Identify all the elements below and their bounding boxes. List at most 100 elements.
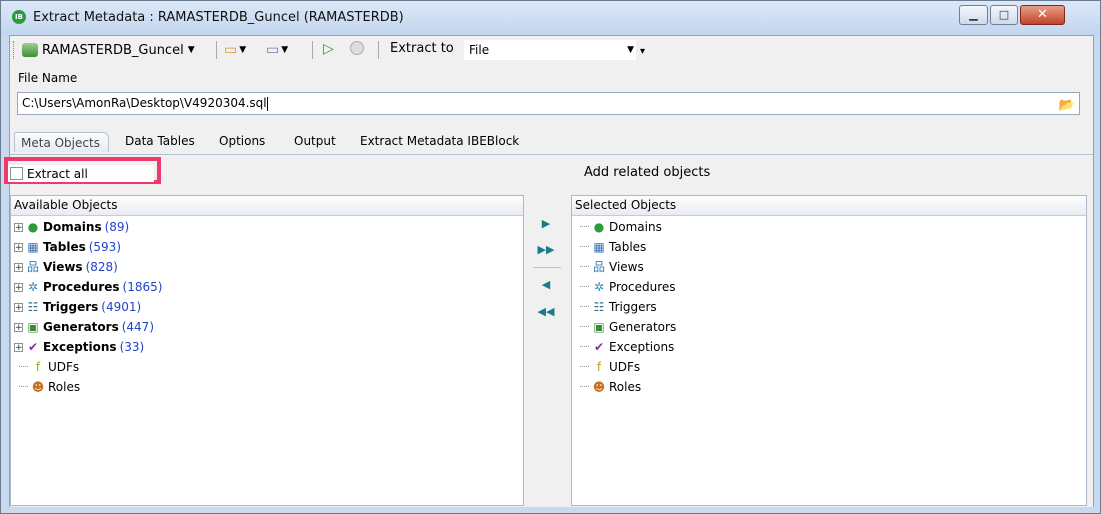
tree-item-label: Roles [48, 380, 81, 394]
tree-item-generators[interactable]: + ▣ Generators (447) [11, 317, 523, 337]
extract-to-select[interactable]: File ▼ [463, 39, 637, 61]
tab-data-tables[interactable]: Data Tables [125, 134, 195, 148]
tree-connector [580, 366, 589, 368]
tree-item-count: (828) [85, 260, 118, 274]
load-config-button[interactable]: ▭ ▼ [224, 40, 246, 60]
trigger-icon: ☷ [593, 300, 605, 314]
tree-item-count: (1865) [122, 280, 163, 294]
extract-to-value: File [469, 43, 490, 57]
toolbar-separator [312, 41, 313, 59]
file-name-value: C:\Users\AmonRa\Desktop\V4920304.sql [22, 96, 267, 110]
selected-item-views[interactable]: 品 Views [572, 257, 1086, 277]
file-name-input[interactable]: C:\Users\AmonRa\Desktop\V4920304.sql 📂 [17, 92, 1080, 115]
extract-all-checkbox[interactable]: Extract all [8, 165, 154, 182]
transfer-separator [533, 267, 561, 268]
add-all-button[interactable]: ▶▶ [536, 241, 556, 259]
tree-item-exceptions[interactable]: + ✔ Exceptions (33) [11, 337, 523, 357]
tree-connector [19, 366, 28, 368]
chevron-down-icon: ▼ [627, 45, 634, 55]
table-icon: ▦ [27, 240, 39, 254]
selected-objects-tree: ● Domains ▦ Tables 品 Views ✲ Procedures ☷ Trigger… [572, 216, 1086, 397]
tree-item-domains[interactable]: + ● Domains (89) [11, 217, 523, 237]
tree-item-label: Views [609, 260, 644, 274]
tree-item-udfs[interactable]: f UDFs [11, 357, 523, 377]
toolbar-overflow-icon[interactable]: ▾ [640, 46, 645, 57]
domain-icon: ● [27, 220, 39, 234]
expand-icon[interactable]: + [14, 322, 23, 332]
tree-connector [580, 386, 589, 388]
selected-item-roles[interactable]: ☻ Roles [572, 377, 1086, 397]
selected-item-generators[interactable]: ▣ Generators [572, 317, 1086, 337]
title-bar[interactable]: IB Extract Metadata : RAMASTERDB_Guncel … [1, 1, 1100, 35]
selected-item-udfs[interactable]: f UDFs [572, 357, 1086, 377]
tree-item-tables[interactable]: + ▦ Tables (593) [11, 237, 523, 257]
tree-connector [580, 246, 589, 248]
expand-icon[interactable]: + [14, 242, 23, 252]
selected-item-exceptions[interactable]: ✔ Exceptions [572, 337, 1086, 357]
expand-icon[interactable]: + [14, 222, 23, 232]
extract-to-label: Extract to [390, 41, 454, 56]
selected-item-tables[interactable]: ▦ Tables [572, 237, 1086, 257]
minimize-icon: ▁ [969, 8, 978, 21]
add-related-objects-label: Add related objects [584, 165, 711, 180]
expand-icon[interactable]: + [14, 262, 23, 272]
available-objects-tree: + ● Domains (89) + ▦ Tables (593) + 品 Views (828) + ✲… [11, 216, 523, 397]
tree-item-label: Exceptions [43, 340, 117, 354]
tree-item-views[interactable]: + 品 Views (828) [11, 257, 523, 277]
extract-all-label: Extract all [27, 166, 88, 181]
toolbar-grip[interactable] [13, 41, 17, 59]
stop-icon[interactable] [350, 41, 364, 55]
save-config-button[interactable]: ▭ ▼ [266, 40, 288, 60]
tree-item-triggers[interactable]: + ☷ Triggers (4901) [11, 297, 523, 317]
tree-connector [580, 346, 589, 348]
database-name: RAMASTERDB_Guncel [42, 42, 184, 58]
add-selected-button[interactable]: ▶ [536, 215, 556, 233]
selected-objects-list[interactable]: Selected Objects ● Domains ▦ Tables 品 Views ✲ P… [571, 195, 1087, 506]
tree-item-label: Views [43, 260, 83, 274]
udf-icon: f [35, 360, 41, 374]
exception-icon: ✔ [593, 340, 605, 354]
procedure-icon: ✲ [27, 280, 39, 294]
expand-icon[interactable]: + [14, 342, 23, 352]
tree-item-label: UDFs [609, 360, 641, 374]
folder-open-icon: ▭ [224, 42, 238, 58]
tree-item-label: Triggers [609, 300, 657, 314]
expand-icon[interactable]: + [14, 302, 23, 312]
tab-output[interactable]: Output [294, 134, 336, 148]
tree-item-procedures[interactable]: + ✲ Procedures (1865) [11, 277, 523, 297]
toolbar-separator [216, 41, 217, 59]
tree-item-roles[interactable]: ☻ Roles [11, 377, 523, 397]
remove-all-button[interactable]: ◀◀ [536, 303, 556, 321]
tree-connector [580, 326, 589, 328]
chevron-down-icon: ▼ [281, 45, 289, 55]
selected-item-domains[interactable]: ● Domains [572, 217, 1086, 237]
available-objects-list[interactable]: Available Objects + ● Domains (89) + ▦ Tables(… [10, 195, 524, 506]
selected-item-triggers[interactable]: ☷ Triggers [572, 297, 1086, 317]
client-area: RAMASTERDB_Guncel ▼ ▭ ▼ ▭ ▼ ▷ Extract to… [4, 35, 1094, 507]
tree-item-label: Generators [43, 320, 119, 334]
database-selector[interactable]: RAMASTERDB_Guncel ▼ [22, 39, 195, 61]
maximize-icon: □ [998, 8, 1010, 21]
minimize-button[interactable]: ▁ [959, 5, 988, 25]
maximize-button[interactable]: □ [990, 5, 1018, 25]
tab-options[interactable]: Options [219, 134, 265, 148]
tree-item-count: (33) [119, 340, 145, 354]
selected-item-procedures[interactable]: ✲ Procedures [572, 277, 1086, 297]
chevron-down-icon: ▼ [187, 45, 195, 55]
tab-meta-objects[interactable]: Meta Objects [14, 132, 109, 152]
selected-objects-header: Selected Objects [572, 196, 1086, 216]
file-name-label: File Name [18, 71, 78, 85]
close-button[interactable]: ✕ [1020, 5, 1065, 25]
remove-selected-button[interactable]: ◀ [536, 276, 556, 294]
folder-open-icon[interactable]: 📂 [1059, 95, 1075, 116]
procedure-icon: ✲ [593, 280, 605, 294]
tree-item-count: (89) [104, 220, 130, 234]
tree-connector [580, 286, 589, 288]
close-icon: ✕ [1037, 7, 1048, 22]
run-icon[interactable]: ▷ [323, 41, 334, 57]
meta-objects-panel: Extract all Add related objects Availabl… [4, 154, 1093, 507]
tree-item-label: Domains [609, 220, 662, 234]
expand-icon[interactable]: + [14, 282, 23, 292]
tab-extract-metadata-ibeblock[interactable]: Extract Metadata IBEBlock [360, 134, 519, 148]
tree-item-label: Domains [43, 220, 102, 234]
